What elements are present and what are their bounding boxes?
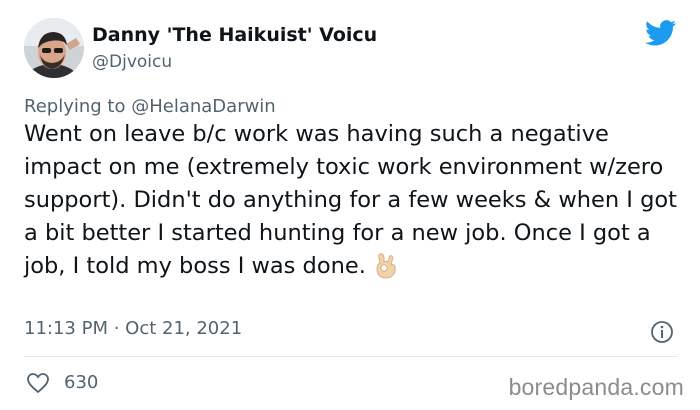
heart-icon[interactable]: [26, 372, 50, 394]
tweet-timestamp[interactable]: 11:13 PM · Oct 21, 2021: [24, 318, 242, 339]
ok-hand-emoji: [376, 253, 396, 279]
divider: [24, 356, 678, 357]
reply-mention-link[interactable]: @HelanaDarwin: [131, 96, 276, 117]
watermark-boredpanda: boredpanda.com: [508, 374, 684, 400]
tweet-card: Danny 'The Haikuist' Voicu @Djvoicu Repl…: [0, 0, 700, 410]
avatar-photo: [24, 18, 84, 78]
like-count: 630: [64, 372, 99, 393]
tweet-body: Went on leave b/c work was having such a…: [24, 118, 684, 283]
info-icon[interactable]: [650, 320, 674, 344]
replying-to-line: Replying to @HelanaDarwin: [24, 96, 276, 117]
avatar[interactable]: [24, 18, 84, 78]
author-handle[interactable]: @Djvoicu: [92, 52, 172, 72]
tweet-text: Went on leave b/c work was having such a…: [24, 121, 677, 279]
twitter-bird-icon[interactable]: [645, 20, 677, 46]
replying-to-label: Replying to: [24, 96, 126, 117]
author-display-name[interactable]: Danny 'The Haikuist' Voicu: [92, 24, 377, 46]
